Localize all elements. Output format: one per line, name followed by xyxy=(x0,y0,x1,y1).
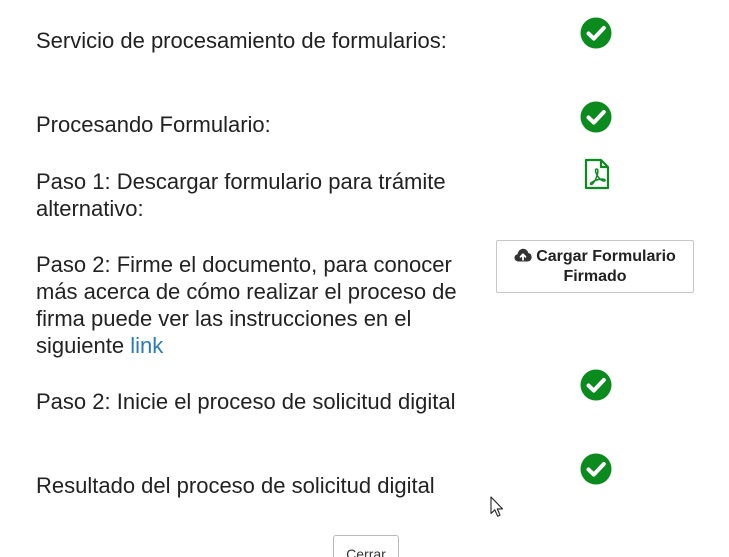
step-sign-text: Paso 2: Firme el documento, para conocer… xyxy=(36,252,457,358)
step-result-label: Resultado del proceso de solicitud digit… xyxy=(36,473,435,498)
step-processing-label: Procesando Formulario: xyxy=(36,112,271,137)
cloud-upload-icon xyxy=(514,248,532,261)
close-button[interactable]: Cerrar xyxy=(333,535,399,557)
step-service-label: Servicio de procesamiento de formularios… xyxy=(36,28,447,53)
upload-signed-form-button[interactable]: Cargar Formulario Firmado xyxy=(496,240,694,293)
mouse-pointer-icon xyxy=(490,496,504,517)
step-start-request-label: Paso 2: Inicie el proceso de solicitud d… xyxy=(36,389,456,414)
form-processing-dialog: Servicio de procesamiento de formularios… xyxy=(0,0,729,557)
step-download-label: Paso 1: Descargar formulario para trámit… xyxy=(36,169,446,221)
step-sign-label: Paso 2: Firme el documento, para conocer… xyxy=(36,251,466,359)
upload-button-label: Cargar Formulario Firmado xyxy=(536,247,676,285)
check-circle-icon xyxy=(580,369,612,401)
check-circle-icon xyxy=(580,17,612,49)
instructions-link[interactable]: link xyxy=(130,333,163,358)
check-circle-icon xyxy=(580,453,612,485)
check-circle-icon xyxy=(580,101,612,133)
pdf-file-icon[interactable] xyxy=(583,158,611,190)
